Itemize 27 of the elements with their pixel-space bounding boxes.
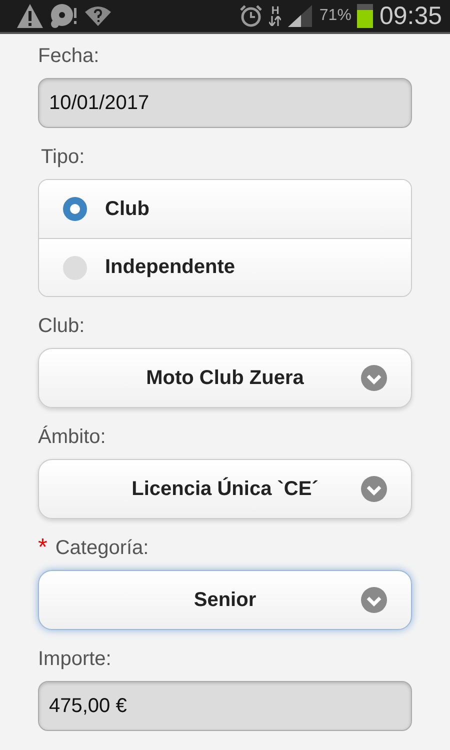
field-label: Tipo: xyxy=(41,145,85,170)
field-label: Club: xyxy=(38,314,85,339)
select-menu[interactable]: Licencia Única `CE´ xyxy=(38,459,412,519)
chevron-down-icon xyxy=(361,365,387,391)
warning-icon xyxy=(16,3,44,29)
select-menu[interactable]: Senior xyxy=(38,570,412,630)
field-label: Fecha: xyxy=(38,44,100,69)
disc-alert-icon xyxy=(50,3,78,29)
clock-time: 09:35 xyxy=(379,2,442,30)
select-menu[interactable]: Moto Club Zuera xyxy=(38,348,412,408)
required-asterisk: * xyxy=(38,535,48,561)
field-label: Categoría: xyxy=(55,536,149,561)
field-label: Ámbito: xyxy=(38,424,106,450)
alarm-clock-icon xyxy=(239,4,264,28)
radio-option[interactable]: Independente xyxy=(39,238,411,296)
network-indicator: H xyxy=(269,6,282,26)
data-arrows-icon xyxy=(269,16,282,26)
chevron-down-icon xyxy=(361,476,387,502)
wifi-question-icon xyxy=(84,5,112,27)
radio-button[interactable] xyxy=(63,256,87,280)
radio-option[interactable]: Club xyxy=(39,180,411,238)
battery-percent: 71% xyxy=(319,7,352,25)
chevron-down-icon xyxy=(361,587,387,613)
radio-button[interactable] xyxy=(63,197,87,221)
field-label: Importe: xyxy=(38,647,112,672)
battery-icon xyxy=(357,4,374,28)
signal-icon xyxy=(287,4,314,28)
